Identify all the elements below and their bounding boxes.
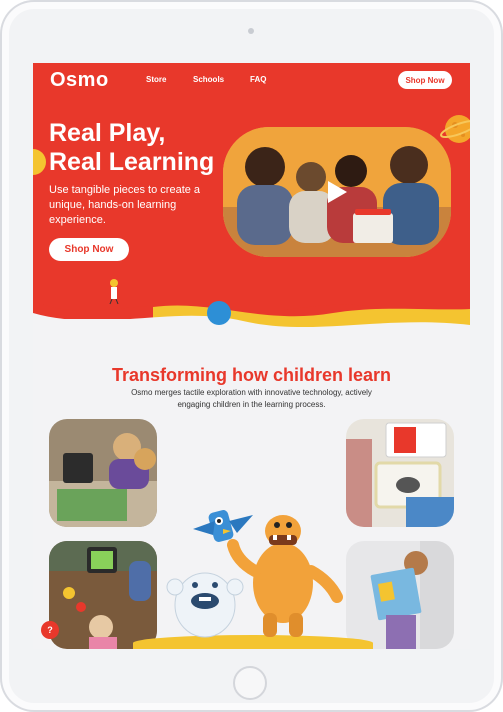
home-button[interactable] (233, 666, 267, 700)
photo-drawing-image (346, 419, 454, 527)
photo-kids-at-table (49, 541, 157, 649)
photo-drawing-on-tablet (346, 419, 454, 527)
help-icon[interactable]: ? (41, 621, 59, 639)
osmo-characters-illustration (166, 510, 343, 638)
hero-section: Osmo Store Schools FAQ Shop Now Real Pla… (33, 63, 470, 319)
photo-kids-playing (49, 419, 157, 527)
hero-subtitle: Use tangible pieces to create a unique, … (49, 184, 201, 226)
hero-title-line1: Real Play, (49, 119, 166, 147)
photo-table-image (49, 541, 157, 649)
nav-link-store[interactable]: Store (146, 75, 166, 84)
photo-kids-playing-image (49, 419, 157, 527)
photo-boy-with-book (346, 541, 454, 649)
shop-now-hero-button[interactable]: Shop Now (49, 238, 129, 261)
hero-title-line2: Real Learning (49, 148, 215, 176)
nav-link-faq[interactable]: FAQ (250, 75, 266, 84)
top-nav: Osmo Store Schools FAQ Shop Now (33, 63, 470, 99)
section-text: Osmo merges tactile exploration with inn… (131, 388, 372, 409)
play-icon[interactable] (325, 179, 349, 205)
photo-boy-image (346, 541, 454, 649)
screen: Osmo Store Schools FAQ Shop Now Real Pla… (33, 63, 470, 649)
nav-link-schools[interactable]: Schools (193, 75, 224, 84)
section-title: Transforming how children learn (111, 365, 392, 385)
tablet-frame: Osmo Store Schools FAQ Shop Now Real Pla… (0, 0, 503, 712)
hero-video[interactable] (223, 127, 451, 257)
hero-title: Real Play, Real Learning (49, 119, 239, 177)
hero-wave (33, 301, 470, 355)
sun-decoration (33, 149, 46, 175)
blue-bird-character (193, 510, 253, 542)
shop-now-nav-button[interactable]: Shop Now (398, 71, 452, 89)
planet-decoration (440, 115, 470, 143)
white-yeti-character (166, 572, 244, 638)
osmo-logo[interactable]: Osmo (50, 69, 109, 92)
orange-monster-character (227, 515, 343, 637)
camera (248, 28, 254, 34)
